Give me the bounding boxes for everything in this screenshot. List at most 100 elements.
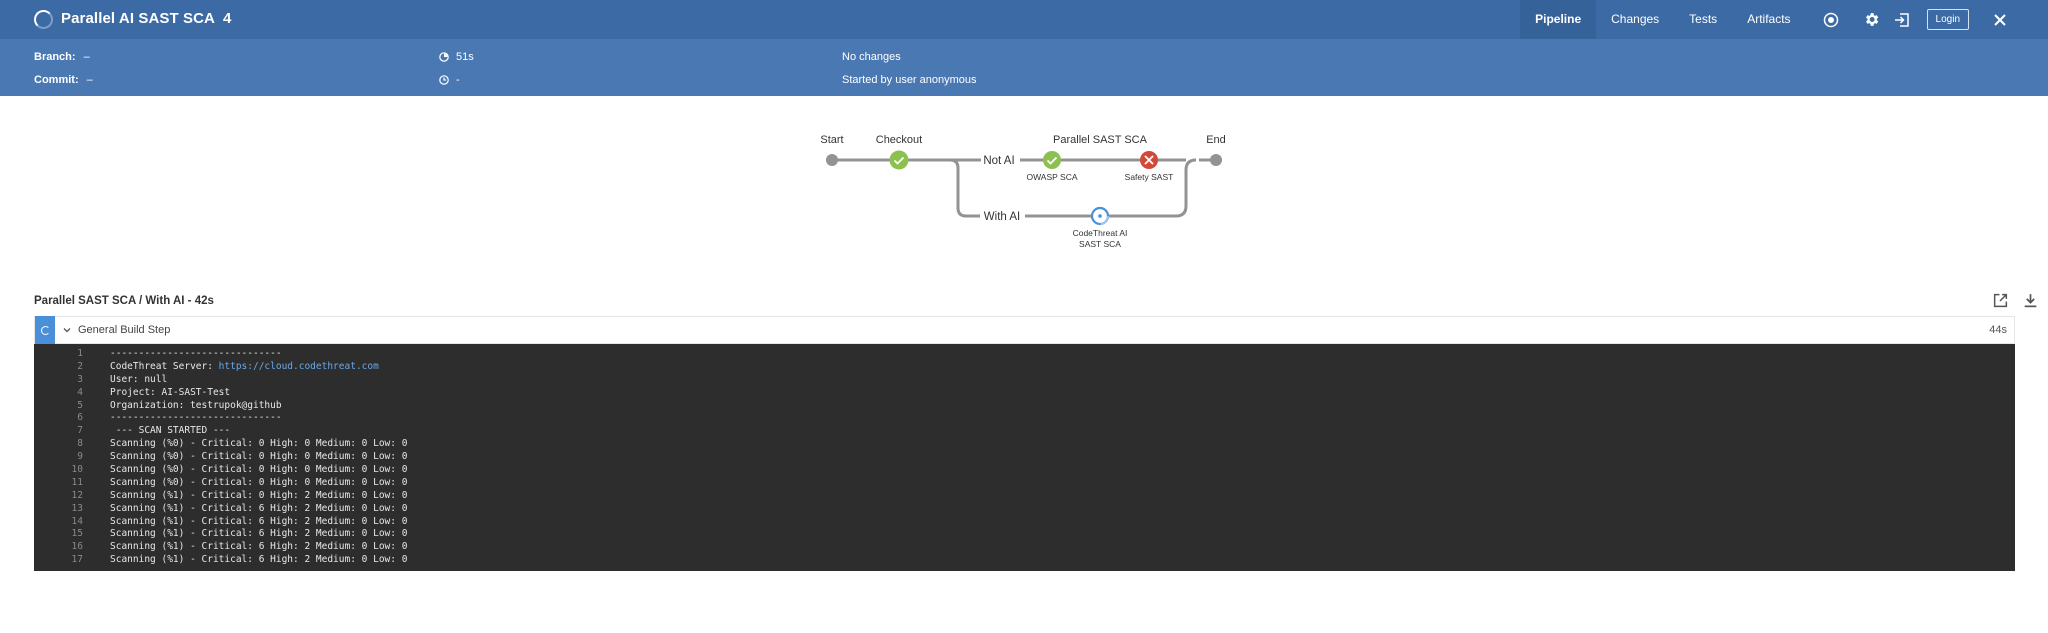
console-line: 15 Scanning (%1) - Critical: 6 High: 2 Me… bbox=[34, 528, 2015, 541]
line-content: ------------------------------ bbox=[110, 412, 282, 424]
download-icon[interactable] bbox=[2022, 292, 2039, 309]
time-info: - bbox=[439, 74, 460, 86]
pipeline-name: Parallel AI SAST SCA bbox=[61, 10, 215, 27]
line-content: Scanning (%1) - Critical: 6 High: 2 Medi… bbox=[110, 515, 408, 527]
line-content: CodeThreat Server: bbox=[110, 360, 219, 372]
step-duration: 44s bbox=[1989, 324, 2007, 336]
login-button[interactable]: Login bbox=[1926, 9, 1969, 30]
owasp-sca-node[interactable] bbox=[1043, 151, 1061, 169]
checkout-node[interactable] bbox=[889, 150, 909, 170]
line-number[interactable]: 1 bbox=[34, 348, 83, 361]
tab-artifacts[interactable]: Artifacts bbox=[1732, 0, 1805, 39]
line-number[interactable]: 11 bbox=[34, 477, 83, 490]
start-node[interactable] bbox=[826, 154, 838, 166]
step-running-icon bbox=[35, 316, 55, 344]
line-text: Project: AI-SAST-Test bbox=[110, 387, 230, 400]
line-text: Scanning (%0) - Critical: 0 High: 0 Medi… bbox=[110, 451, 407, 464]
line-number[interactable]: 17 bbox=[34, 554, 83, 567]
step-label-codethreat-1: CodeThreat AI bbox=[1073, 228, 1128, 238]
line-text: Scanning (%1) - Critical: 6 High: 2 Medi… bbox=[110, 541, 407, 554]
open-in-new-icon[interactable] bbox=[1992, 292, 2009, 309]
stage-label-checkout: Checkout bbox=[876, 134, 922, 146]
line-number[interactable]: 12 bbox=[34, 490, 83, 503]
stage-label-parallel: Parallel SAST SCA bbox=[1053, 134, 1148, 146]
stage-label-end: End bbox=[1206, 134, 1226, 146]
line-number[interactable]: 16 bbox=[34, 541, 83, 554]
clock-icon bbox=[439, 75, 449, 85]
chevron-down-icon[interactable] bbox=[62, 325, 74, 335]
console-line: 5 Organization: testrupok@github bbox=[34, 400, 2015, 413]
line-number[interactable]: 15 bbox=[34, 528, 83, 541]
line-content: Scanning (%0) - Critical: 0 High: 0 Medi… bbox=[110, 438, 408, 450]
line-number[interactable]: 3 bbox=[34, 374, 83, 387]
started-by-info: Started by user anonymous bbox=[842, 74, 977, 86]
line-content: Scanning (%0) - Critical: 0 High: 0 Medi… bbox=[110, 464, 408, 476]
step-label-owasp: OWASP SCA bbox=[1026, 172, 1077, 182]
line-text: Scanning (%0) - Critical: 0 High: 0 Medi… bbox=[110, 477, 407, 490]
tab-tests[interactable]: Tests bbox=[1674, 0, 1732, 39]
console-line: 2 CodeThreat Server: https://cloud.codeth… bbox=[34, 361, 2015, 374]
console-line: 4 Project: AI-SAST-Test bbox=[34, 387, 2015, 400]
line-text: User: null bbox=[110, 374, 167, 387]
line-number[interactable]: 4 bbox=[34, 387, 83, 400]
run-info-bar: Branch: – Commit: – 51s - No changes Sta… bbox=[0, 39, 2048, 96]
end-node[interactable] bbox=[1210, 154, 1222, 166]
time-value: - bbox=[456, 74, 460, 86]
commit-info: Commit: – bbox=[34, 74, 93, 86]
stop-run-icon[interactable] bbox=[1820, 9, 1842, 31]
branch-label-not-ai: Not AI bbox=[983, 155, 1014, 167]
server-link[interactable]: https://cloud.codethreat.com bbox=[219, 361, 379, 372]
codethreat-node[interactable] bbox=[1090, 206, 1110, 226]
top-nav: Pipeline Changes Tests Artifacts Login bbox=[1520, 0, 2048, 39]
commit-label: Commit: bbox=[34, 74, 79, 86]
line-text: Scanning (%0) - Critical: 0 High: 0 Medi… bbox=[110, 438, 407, 451]
log-title: Parallel SAST SCA / With AI - 42s bbox=[34, 295, 214, 307]
top-bar: Parallel AI SAST SCA 4 Pipeline Changes T… bbox=[0, 0, 2048, 39]
line-number[interactable]: 2 bbox=[34, 361, 83, 374]
tab-changes[interactable]: Changes bbox=[1596, 0, 1674, 39]
line-number[interactable]: 7 bbox=[34, 425, 83, 438]
line-number[interactable]: 9 bbox=[34, 451, 83, 464]
console-line: 16 Scanning (%1) - Critical: 6 High: 2 Me… bbox=[34, 541, 2015, 554]
console-line: 9 Scanning (%0) - Critical: 0 High: 0 Med… bbox=[34, 451, 2015, 464]
line-number[interactable]: 6 bbox=[34, 412, 83, 425]
line-text: ------------------------------ bbox=[110, 412, 282, 425]
line-text: Scanning (%1) - Critical: 6 High: 2 Medi… bbox=[110, 516, 407, 529]
line-text: Scanning (%1) - Critical: 6 High: 2 Medi… bbox=[110, 528, 407, 541]
line-content: Scanning (%0) - Critical: 0 High: 0 Medi… bbox=[110, 451, 408, 463]
line-number[interactable]: 5 bbox=[34, 400, 83, 413]
line-content: Organization: testrupok@github bbox=[110, 399, 282, 411]
console-line: 11 Scanning (%0) - Critical: 0 High: 0 Me… bbox=[34, 477, 2015, 490]
line-number[interactable]: 13 bbox=[34, 503, 83, 516]
log-actions bbox=[1992, 292, 2039, 309]
step-label: General Build Step bbox=[78, 324, 171, 336]
branch-label: Branch: bbox=[34, 51, 76, 63]
step-label-safety: Safety SAST bbox=[1125, 172, 1174, 182]
run-number: 4 bbox=[223, 10, 232, 27]
console-line: 7 --- SCAN STARTED --- bbox=[34, 425, 2015, 438]
safety-sast-node[interactable] bbox=[1140, 151, 1158, 169]
line-number[interactable]: 8 bbox=[34, 438, 83, 451]
run-status-spinner-icon bbox=[34, 10, 53, 29]
step-label-codethreat-2: SAST SCA bbox=[1079, 239, 1121, 249]
line-content: Scanning (%1) - Critical: 6 High: 2 Medi… bbox=[110, 541, 408, 553]
line-content: ------------------------------ bbox=[110, 348, 282, 359]
console-line: 8 Scanning (%0) - Critical: 0 High: 0 Med… bbox=[34, 438, 2015, 451]
line-content: User: null bbox=[110, 373, 168, 385]
line-number[interactable]: 14 bbox=[34, 516, 83, 529]
console-line: 13 Scanning (%1) - Critical: 6 High: 2 Me… bbox=[34, 503, 2015, 516]
console-line: 12 Scanning (%1) - Critical: 0 High: 2 Me… bbox=[34, 490, 2015, 503]
line-content: --- SCAN STARTED --- bbox=[110, 425, 231, 437]
console-output[interactable]: 1 ------------------------------ 2 CodeThre… bbox=[34, 344, 2015, 571]
gear-icon[interactable] bbox=[1861, 9, 1883, 31]
tab-pipeline[interactable]: Pipeline bbox=[1520, 0, 1597, 39]
step-general-build[interactable]: General Build Step 44s bbox=[34, 316, 2015, 344]
line-text: --- SCAN STARTED --- bbox=[110, 425, 230, 438]
graph-connectors bbox=[832, 158, 1216, 218]
pipeline-graph: Start Checkout Parallel SAST SCA End Not… bbox=[0, 96, 2048, 276]
console-line: 3 User: null bbox=[34, 374, 2015, 387]
close-icon[interactable] bbox=[1989, 9, 2011, 31]
classic-view-icon[interactable] bbox=[1891, 9, 1913, 31]
branch-info: Branch: – bbox=[34, 51, 90, 63]
line-number[interactable]: 10 bbox=[34, 464, 83, 477]
